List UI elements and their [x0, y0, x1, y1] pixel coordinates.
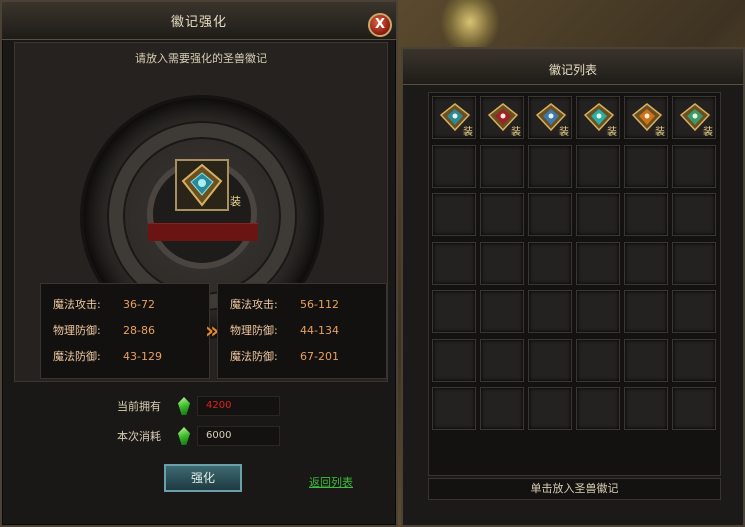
grid-slot[interactable]	[528, 387, 572, 430]
stat-value: 28-86	[123, 324, 155, 337]
next-stats-box: 魔法攻击: 56-112 物理防御: 44-134 魔法防御: 67-201	[217, 283, 387, 379]
grid-slot[interactable]	[624, 241, 668, 285]
grid-slot[interactable]	[432, 290, 476, 333]
owned-label: 当前拥有	[117, 400, 161, 413]
stat-value: 67-201	[300, 350, 339, 363]
grid-slot[interactable]	[672, 290, 716, 333]
grid-slot[interactable]	[672, 241, 716, 285]
grid-slot[interactable]	[528, 290, 572, 333]
grid-slot[interactable]	[624, 290, 668, 333]
stat-row: 物理防御: 44-134	[218, 318, 386, 344]
equipped-tag: 装	[559, 127, 569, 138]
stat-label: 物理防御:	[230, 324, 278, 337]
grid-slot[interactable]	[576, 387, 620, 430]
stat-row: 魔法攻击: 56-112	[218, 292, 386, 318]
stat-label: 魔法防御:	[230, 350, 278, 363]
grid-slot[interactable]	[432, 338, 476, 382]
grid-slot[interactable]	[624, 193, 668, 236]
jade-gem-icon	[178, 427, 190, 445]
stat-value: 56-112	[300, 298, 339, 311]
grid-slot[interactable]	[432, 144, 476, 188]
grid-slot[interactable]	[576, 338, 620, 382]
grid-slot[interactable]: 装	[480, 96, 524, 139]
stat-row: 魔法攻击: 36-72	[41, 292, 209, 318]
list-footer-hint: 单击放入圣兽徽记	[428, 478, 721, 500]
grid-slot[interactable]	[624, 144, 668, 188]
grid-slot[interactable]	[432, 387, 476, 430]
emblem-list-panel: 徽记列表 装 装 装 装 装 装 单击放入圣兽徽记	[401, 47, 745, 527]
grid-slot[interactable]: 装	[672, 96, 716, 139]
close-button[interactable]: X	[368, 13, 392, 37]
emblem-socket[interactable]	[175, 159, 229, 211]
stat-label: 魔法攻击:	[53, 298, 101, 311]
equipped-tag: 装	[655, 127, 665, 138]
panel-title: 徽记强化	[170, 15, 227, 30]
grid-slot[interactable]	[528, 241, 572, 285]
grid-slot[interactable]	[480, 290, 524, 333]
equipped-tag: 装	[463, 127, 473, 138]
emblem-teal-icon	[181, 163, 223, 207]
grid-slot[interactable]	[480, 241, 524, 285]
owned-value: 4200	[197, 396, 280, 416]
equipped-tag: 装	[703, 127, 713, 138]
equipped-tag: 装	[230, 195, 241, 208]
grid-slot[interactable]	[576, 290, 620, 333]
emblem-strengthen-panel: 徽记强化 X 请放入需要强化的圣兽徽记 装 魔法攻击: 36-72 物理防御: 28…	[0, 0, 398, 527]
emblem-slot-area: 请放入需要强化的圣兽徽记 装 魔法攻击: 36-72 物理防御: 28-86 魔法防…	[14, 42, 388, 382]
stat-label: 魔法防御:	[53, 350, 101, 363]
grid-slot[interactable]	[672, 193, 716, 236]
stat-value: 36-72	[123, 298, 155, 311]
title-bar: 徽记列表	[403, 49, 743, 85]
grid-slot[interactable]	[432, 193, 476, 236]
equipped-tag: 装	[607, 127, 617, 138]
grid-slot[interactable]	[432, 241, 476, 285]
grid-slot[interactable]	[672, 338, 716, 382]
grid-slot[interactable]: 装	[528, 96, 572, 139]
strengthen-button[interactable]: 强化	[164, 464, 242, 492]
grid-slot[interactable]	[480, 387, 524, 430]
grid-slot[interactable]	[624, 387, 668, 430]
grid-slot[interactable]	[528, 144, 572, 188]
hint-text: 请放入需要强化的圣兽徽记	[135, 52, 267, 65]
stat-row: 魔法防御: 43-129	[41, 344, 209, 370]
grid-slot[interactable]	[528, 193, 572, 236]
grid-slot[interactable]: 装	[576, 96, 620, 139]
stat-value: 43-129	[123, 350, 162, 363]
stat-row: 物理防御: 28-86	[41, 318, 209, 344]
cost-value: 6000	[197, 426, 280, 446]
grid-slot[interactable]: 装	[624, 96, 668, 139]
stat-value: 44-134	[300, 324, 339, 337]
grid-slot[interactable]	[480, 193, 524, 236]
back-to-list-link[interactable]: 返回列表	[309, 474, 353, 490]
grid-slot[interactable]	[576, 193, 620, 236]
current-stats-box: 魔法攻击: 36-72 物理防御: 28-86 魔法防御: 43-129	[40, 283, 210, 379]
grid-slot[interactable]	[576, 241, 620, 285]
grid-slot[interactable]	[672, 387, 716, 430]
emblem-name-bar	[148, 223, 258, 241]
stat-label: 物理防御:	[53, 324, 101, 337]
stat-row: 魔法防御: 67-201	[218, 344, 386, 370]
grid-slot[interactable]	[528, 338, 572, 382]
list-title: 徽记列表	[548, 63, 597, 77]
stat-label: 魔法攻击:	[230, 298, 278, 311]
grid-slot[interactable]	[576, 144, 620, 188]
title-bar: 徽记强化 X	[2, 2, 396, 40]
jade-gem-icon	[178, 397, 190, 415]
grid-slot[interactable]: 装	[432, 96, 476, 139]
grid-slot[interactable]	[624, 338, 668, 382]
grid-slot[interactable]	[672, 144, 716, 188]
emblem-grid: 装装装装装装	[428, 92, 721, 476]
cost-label: 本次消耗	[117, 430, 161, 443]
grid-slot[interactable]	[480, 338, 524, 382]
equipped-tag: 装	[511, 127, 521, 138]
grid-slot[interactable]	[480, 144, 524, 188]
